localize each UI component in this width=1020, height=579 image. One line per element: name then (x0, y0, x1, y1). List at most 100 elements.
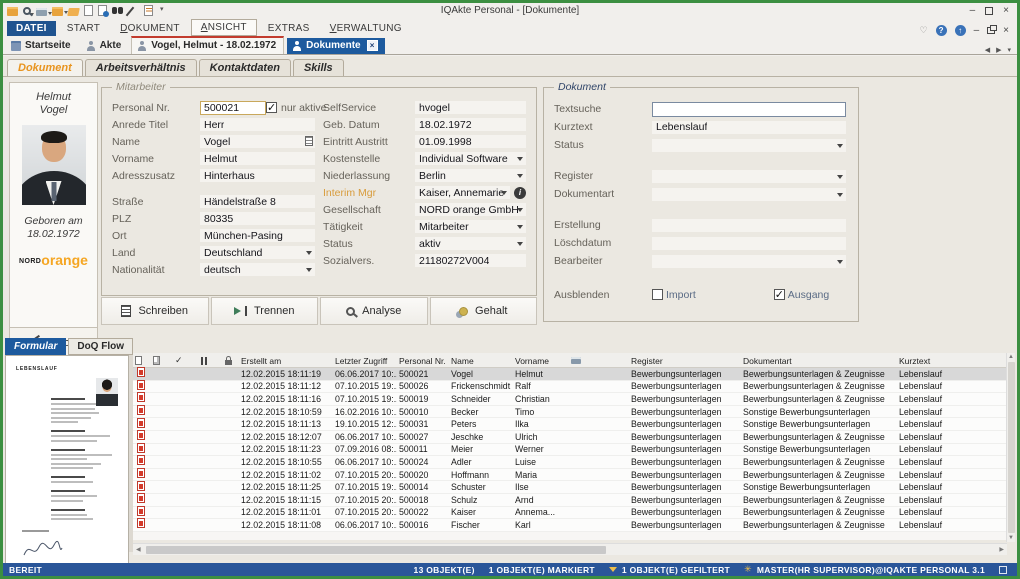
field-value[interactable] (652, 219, 846, 232)
more-icon[interactable] (158, 5, 169, 16)
chevron-down-icon[interactable] (517, 157, 523, 161)
page-blue-icon[interactable] (98, 5, 107, 16)
chevron-down-icon[interactable] (517, 208, 523, 212)
nur-aktive-checkbox[interactable] (266, 102, 277, 113)
nav-left-icon[interactable]: ◀ (985, 46, 990, 54)
folder-open-icon[interactable] (67, 8, 80, 16)
field-value[interactable]: hvogel (415, 101, 526, 114)
table-row[interactable]: 12.02.2015 18:11:25 07.10.2015 19:... 50… (133, 481, 1007, 494)
minimize-button[interactable]: – (970, 5, 976, 16)
field-value[interactable]: Berlin (415, 169, 526, 182)
table-row[interactable]: 12.02.2015 18:12:07 06.06.2017 10:... 50… (133, 431, 1007, 444)
chevron-down-icon[interactable] (837, 260, 843, 264)
field-value[interactable]: Hinterhaus (200, 169, 315, 182)
field-value[interactable] (652, 139, 846, 152)
printer-icon[interactable] (571, 357, 581, 364)
document-tab[interactable]: Vogel, Helmut - 18.02.1972 (131, 36, 284, 54)
chevron-down-icon[interactable] (837, 175, 843, 179)
field-value[interactable]: Händelstraße 8 (200, 195, 315, 208)
action-button[interactable]: Gehalt (430, 297, 538, 325)
chevron-down-icon[interactable] (517, 174, 523, 178)
form-tab[interactable]: Kontaktdaten (199, 59, 291, 76)
ribbon-tab[interactable]: VERWALTUNG (321, 21, 411, 36)
textsuche-input[interactable] (652, 102, 846, 117)
col-kurztext[interactable]: Kurztext (897, 353, 1007, 368)
action-button[interactable]: Trennen (211, 297, 319, 325)
table-row[interactable]: 12.02.2015 18:10:59 16.02.2016 10:... 50… (133, 406, 1007, 419)
field-value[interactable]: 01.09.1998 (415, 135, 526, 148)
field-value[interactable]: Helmut (200, 152, 315, 165)
status-indicator[interactable] (999, 566, 1007, 574)
chevron-down-icon[interactable] (837, 144, 843, 148)
folder-icon[interactable] (7, 7, 18, 16)
field-value[interactable]: München-Pasing (200, 229, 315, 242)
chevron-down-icon[interactable] (501, 191, 507, 195)
table-row[interactable]: 12.02.2015 18:11:02 07.10.2015 20:... 50… (133, 469, 1007, 482)
form-tab[interactable]: Dokument (7, 59, 83, 76)
form-tab[interactable]: Skills (293, 59, 344, 76)
col-personal-nr[interactable]: Personal Nr. (397, 353, 449, 368)
scrollbar-thumb[interactable] (146, 546, 606, 554)
new-doc-icon[interactable] (135, 356, 142, 365)
col-erstellt-am[interactable]: Erstellt am (239, 353, 333, 368)
update-icon[interactable]: ↑ (955, 25, 966, 36)
field-value[interactable] (652, 255, 846, 268)
field-value[interactable] (652, 237, 846, 250)
field-value[interactable]: 80335 (200, 212, 315, 225)
form-tab[interactable]: Arbeitsverhältnis (85, 59, 197, 76)
pause-icon[interactable] (201, 357, 207, 365)
field-value[interactable]: aktiv (415, 237, 526, 250)
table-row[interactable]: 12.02.2015 18:11:23 07.09.2016 08:... 50… (133, 444, 1007, 457)
field-value[interactable]: deutsch (200, 263, 315, 276)
document-icon[interactable] (305, 136, 313, 146)
table-row[interactable]: 12.02.2015 18:11:01 07.10.2015 20:... 50… (133, 507, 1007, 520)
field-value[interactable]: Individual Software (415, 152, 526, 165)
pen-icon[interactable] (128, 5, 139, 16)
scroll-up-icon[interactable]: ▲ (1008, 353, 1014, 361)
document-preview[interactable]: LEBENSLAUF (5, 355, 129, 564)
table-row[interactable]: 12.02.2015 18:10:55 06.06.2017 10:... 50… (133, 456, 1007, 469)
favorite-icon[interactable]: ♡ (920, 25, 928, 36)
table-row[interactable]: 12.02.2015 18:11:19 06.06.2017 10:... 50… (133, 368, 1007, 381)
document-tab[interactable]: Startseite (6, 38, 78, 54)
preview-tab[interactable]: DoQ Flow (68, 338, 133, 355)
maximize-button[interactable] (985, 7, 993, 15)
field-value[interactable] (652, 188, 846, 201)
col-letzter-zugriff[interactable]: Letzter Zugriff (333, 353, 397, 368)
preview-tab[interactable]: Formular (5, 338, 66, 355)
table-row[interactable]: 12.02.2015 18:11:15 07.10.2015 20:... 50… (133, 494, 1007, 507)
col-vorname[interactable]: Vorname (513, 353, 569, 368)
vertical-scrollbar[interactable]: ▲ ▼ (1006, 353, 1015, 542)
print-icon[interactable] (36, 8, 47, 16)
action-button[interactable]: Schreiben (101, 297, 209, 325)
mdi-minimize-button[interactable]: – (974, 25, 980, 36)
table-row[interactable]: 12.02.2015 18:11:16 07.10.2015 19:... 50… (133, 393, 1007, 406)
field-value[interactable]: Kaiser, Annemarie (415, 186, 510, 199)
lock-icon[interactable] (225, 360, 232, 365)
horizontal-scrollbar[interactable]: ◀ ▶ (133, 543, 1007, 555)
copy-doc-icon[interactable] (153, 356, 160, 365)
note-icon[interactable] (144, 5, 153, 16)
close-tab-icon[interactable]: × (367, 40, 378, 51)
col-dokumentart[interactable]: Dokumentart (741, 353, 897, 368)
document-tab[interactable]: Akte (81, 38, 129, 54)
nav-right-icon[interactable]: ▶ (996, 46, 1001, 54)
scroll-down-icon[interactable]: ▼ (1008, 534, 1014, 542)
import-checkbox[interactable] (652, 289, 663, 300)
col-register[interactable]: Register (629, 353, 741, 368)
col-name[interactable]: Name (449, 353, 513, 368)
chevron-down-icon[interactable] (306, 251, 312, 255)
chevron-down-icon[interactable] (306, 268, 312, 272)
info-icon[interactable]: i (514, 187, 526, 199)
chevron-down-icon[interactable] (517, 242, 523, 246)
table-header[interactable]: ✓ Erstellt am Letzter Zugriff Personal N… (133, 353, 1007, 368)
mdi-restore-button[interactable] (987, 27, 995, 34)
field-value[interactable]: Deutschland (200, 246, 315, 259)
action-button[interactable]: Analyse (320, 297, 428, 325)
check-icon[interactable]: ✓ (173, 353, 199, 368)
scrollbar-thumb[interactable] (1008, 362, 1015, 533)
field-value[interactable]: Mitarbeiter (415, 220, 526, 233)
ribbon-tab[interactable]: ANSICHT (191, 19, 257, 36)
nav-more-icon[interactable]: ▾ (1007, 46, 1011, 54)
ausgang-checkbox[interactable] (774, 289, 785, 300)
